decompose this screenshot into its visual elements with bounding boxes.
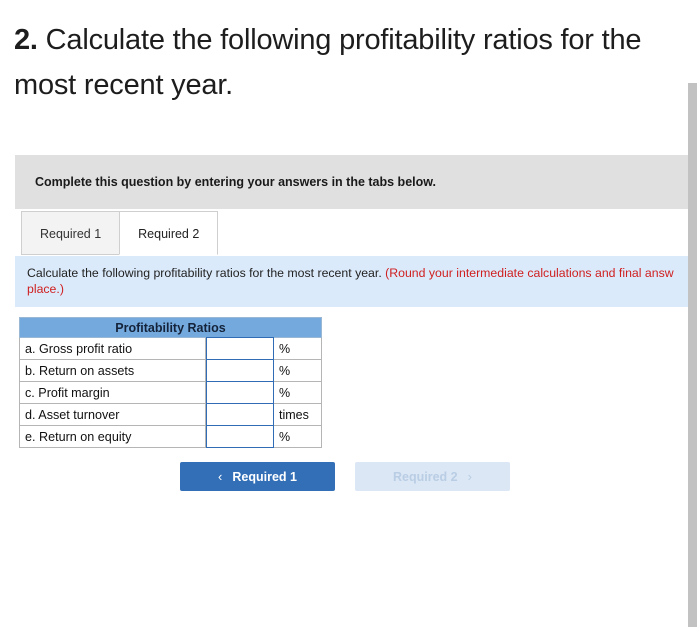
requirement-instruction-band: Calculate the following profitability ra… [15, 256, 697, 307]
page-scrollbar-thumb[interactable] [688, 83, 697, 627]
table-row: e. Return on equity % [19, 425, 322, 448]
ratio-label-asset-turnover: d. Asset turnover [19, 403, 206, 426]
page-title: 2. Calculate the following profitability… [0, 0, 697, 108]
unit-asset-turnover: times [273, 403, 322, 426]
answer-input-profit-margin[interactable] [206, 381, 274, 404]
profitability-ratios-table: Profitability Ratios a. Gross profit rat… [19, 317, 322, 448]
unit-return-on-assets: % [273, 359, 322, 382]
table-row: d. Asset turnover times [19, 403, 322, 426]
chevron-right-icon: › [467, 469, 472, 484]
chevron-left-icon: ‹ [218, 469, 223, 484]
table-header-cell: Profitability Ratios [19, 317, 322, 338]
unit-gross-profit-ratio: % [273, 337, 322, 360]
ratio-label-profit-margin: c. Profit margin [19, 381, 206, 404]
answer-cell-gross-profit-ratio [205, 337, 274, 360]
answer-cell-profit-margin [205, 381, 274, 404]
nav-previous-required-1-button[interactable]: ‹ Required 1 [180, 462, 335, 491]
exercise-panel: Complete this question by entering your … [15, 155, 697, 491]
navigation-buttons: ‹ Required 1 Required 2 › [15, 448, 675, 491]
ratio-label-gross-profit-ratio: a. Gross profit ratio [19, 337, 206, 360]
answer-cell-asset-turnover [205, 403, 274, 426]
table-row: a. Gross profit ratio % [19, 337, 322, 360]
ratio-label-return-on-assets: b. Return on assets [19, 359, 206, 382]
question-number: 2. [14, 24, 38, 56]
rounding-note-part-2: place.) [27, 282, 64, 296]
tab-required-1[interactable]: Required 1 [21, 211, 121, 255]
complete-question-banner: Complete this question by entering your … [15, 155, 697, 209]
unit-profit-margin: % [273, 381, 322, 404]
question-text: Calculate the following profitability ra… [14, 24, 642, 101]
answer-input-return-on-assets[interactable] [206, 359, 274, 382]
nav-next-label: Required 2 [393, 469, 458, 484]
answer-input-return-on-equity[interactable] [206, 425, 274, 448]
tab-strip: Required 1 Required 2 [15, 209, 697, 256]
answer-cell-return-on-assets [205, 359, 274, 382]
nav-next-required-2-button: Required 2 › [355, 462, 510, 491]
table-row: c. Profit margin % [19, 381, 322, 404]
answer-cell-return-on-equity [205, 425, 274, 448]
requirement-text: Calculate the following profitability ra… [27, 266, 386, 280]
answer-input-gross-profit-ratio[interactable] [206, 337, 274, 360]
tab-required-2[interactable]: Required 2 [119, 211, 219, 255]
nav-previous-label: Required 1 [232, 469, 297, 484]
answer-input-asset-turnover[interactable] [206, 403, 274, 426]
table-row: b. Return on assets % [19, 359, 322, 382]
unit-return-on-equity: % [273, 425, 322, 448]
table-header-row: Profitability Ratios [19, 317, 322, 338]
page-scrollbar[interactable] [688, 0, 697, 627]
ratios-table-wrapper: Profitability Ratios a. Gross profit rat… [15, 307, 697, 448]
ratio-label-return-on-equity: e. Return on equity [19, 425, 206, 448]
rounding-note-part-1: (Round your intermediate calculations an… [385, 266, 674, 280]
requirement-line-1: Calculate the following profitability ra… [27, 265, 697, 281]
